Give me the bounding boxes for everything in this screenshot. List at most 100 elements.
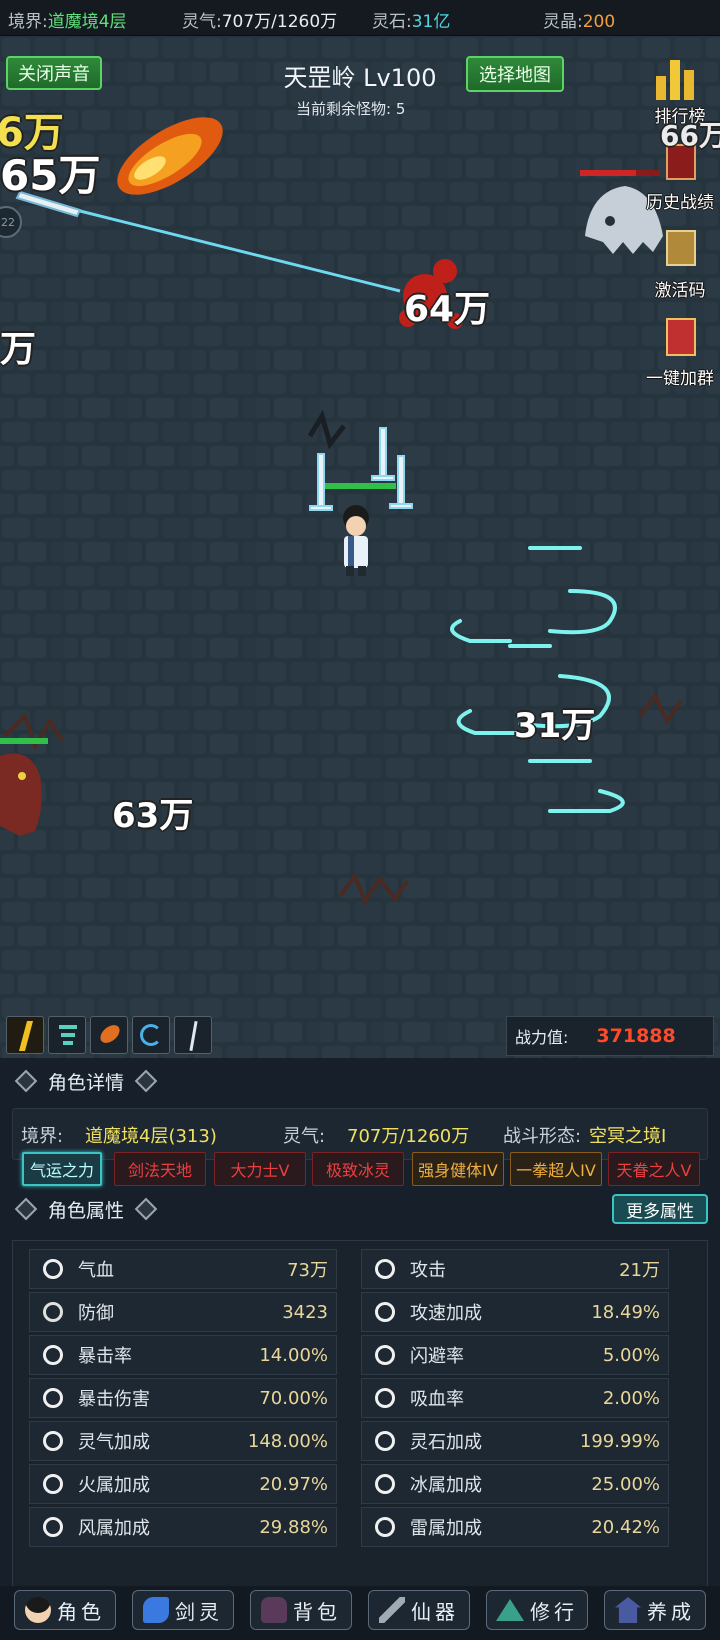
nav-bag-button[interactable]: 背包 xyxy=(250,1590,352,1630)
lifesteal-icon xyxy=(370,1383,400,1413)
attribute-value: 2.00% xyxy=(602,1387,660,1409)
training-icon xyxy=(615,1597,641,1623)
attribute-value: 3423 xyxy=(282,1301,328,1323)
attribute-value: 70.00% xyxy=(259,1387,328,1409)
attribute-name: 暴击率 xyxy=(78,1346,132,1367)
nav-cultivation-button[interactable]: 修行 xyxy=(486,1590,588,1630)
combat-power-value: 371888 xyxy=(596,1025,676,1047)
diamond-icon xyxy=(14,1197,38,1221)
realm-value: 道魔境4层 xyxy=(47,12,127,32)
attribute-value: 148.00% xyxy=(247,1430,328,1452)
crystal-stat: 灵晶:200 xyxy=(543,7,615,32)
talent-tag[interactable]: 强身健体IV xyxy=(412,1152,504,1186)
nav-label: 角色 xyxy=(57,1599,105,1624)
wind-icon xyxy=(38,1512,68,1542)
damage-number: 万 xyxy=(0,329,37,370)
attribute-row: 攻击 21万 xyxy=(361,1249,669,1289)
attribute-name: 防御 xyxy=(78,1303,114,1324)
attribute-value: 14.00% xyxy=(259,1344,328,1366)
select-map-button[interactable]: 选择地图 xyxy=(466,56,564,92)
nav-artifact-button[interactable]: 仙器 xyxy=(368,1590,470,1630)
status-bar: 境界:道魔境4层 灵气:707万/1260万 灵石:31亿 灵晶:200 xyxy=(0,0,720,36)
join-group-label[interactable]: 一键加群 xyxy=(640,364,720,389)
combat-power-box: 战力值: 371888 xyxy=(506,1016,714,1056)
realm-value: 道魔境4层(313) xyxy=(85,1126,217,1147)
character-attributes-header: 角色属性 xyxy=(12,1194,158,1224)
talent-tag[interactable]: 一拳超人IV xyxy=(510,1152,602,1186)
crystal-value: 200 xyxy=(582,12,616,32)
lightning-skill-icon[interactable] xyxy=(6,1016,44,1054)
diamond-icon xyxy=(134,1069,158,1093)
qi-stat: 灵气:707万/1260万 xyxy=(182,7,337,32)
attribute-value: 29.88% xyxy=(259,1516,328,1538)
qi-value: 707万/1260万 xyxy=(221,12,338,32)
attribute-name: 攻击 xyxy=(410,1260,446,1281)
stone-stat: 灵石:31亿 xyxy=(372,7,450,32)
attribute-row: 冰属加成 25.00% xyxy=(361,1464,669,1504)
tornado-skill-icon[interactable] xyxy=(48,1016,86,1054)
ranking-icon[interactable] xyxy=(652,56,706,104)
qi-value: 707万/1260万 xyxy=(347,1126,470,1147)
attribute-row: 雷属加成 20.42% xyxy=(361,1507,669,1547)
sword-skill-icon[interactable] xyxy=(174,1016,212,1054)
attribute-value: 21万 xyxy=(619,1260,660,1281)
attribute-row: 攻速加成 18.49% xyxy=(361,1292,669,1332)
nav-training-button[interactable]: 养成 xyxy=(604,1590,706,1630)
character-attributes-title: 角色属性 xyxy=(48,1199,125,1222)
talent-tag[interactable]: 气运之力 xyxy=(22,1152,102,1186)
battle-field[interactable]: 关闭声音 天罡岭 Lv100 选择地图 当前剩余怪物: 5 排行榜 历史战绩 激… xyxy=(0,36,720,1058)
artifact-icon xyxy=(379,1597,405,1623)
dodge-icon xyxy=(370,1340,400,1370)
talent-tag[interactable]: 天眷之人V xyxy=(608,1152,700,1186)
damage-number: 66万 xyxy=(660,119,720,152)
join-group-icon[interactable] xyxy=(666,318,696,356)
attribute-name: 灵石加成 xyxy=(410,1432,482,1453)
attribute-name: 火属加成 xyxy=(78,1475,150,1496)
activation-code-label[interactable]: 激活码 xyxy=(640,276,720,301)
crystal-label: 灵晶: xyxy=(543,12,583,32)
attribute-name: 吸血率 xyxy=(410,1389,464,1410)
diamond-icon xyxy=(14,1069,38,1093)
attribute-value: 18.49% xyxy=(591,1301,660,1323)
talent-tag[interactable]: 剑法天地 xyxy=(114,1152,206,1186)
fire-icon xyxy=(38,1469,68,1499)
qi-label: 灵气: xyxy=(182,12,222,32)
battle-form-value: 空冥之境I xyxy=(589,1126,667,1147)
attribute-value: 5.00% xyxy=(602,1344,660,1366)
attribute-name: 风属加成 xyxy=(78,1518,150,1539)
thunder-icon xyxy=(370,1512,400,1542)
attribute-row: 风属加成 29.88% xyxy=(29,1507,337,1547)
history-label[interactable]: 历史战绩 xyxy=(640,188,720,213)
more-attributes-button[interactable]: 更多属性 xyxy=(612,1194,708,1224)
nav-sword-spirit-button[interactable]: 剑灵 xyxy=(132,1590,234,1630)
nav-label: 仙器 xyxy=(411,1599,459,1624)
damage-number: 63万 xyxy=(112,796,194,836)
character-details-header: 角色详情 xyxy=(12,1066,158,1096)
attribute-row: 灵石加成 199.99% xyxy=(361,1421,669,1461)
battle-form-label: 战斗形态: xyxy=(503,1126,582,1147)
attribute-name: 灵气加成 xyxy=(78,1432,150,1453)
stone-value: 31亿 xyxy=(411,12,451,32)
attribute-name: 气血 xyxy=(78,1260,114,1281)
activation-code-icon[interactable] xyxy=(666,230,696,266)
character-panel: 角色详情 境界: 道魔境4层(313) 灵气: 707万/1260万 战斗形态:… xyxy=(0,1058,720,1640)
fireball-skill-icon[interactable] xyxy=(90,1016,128,1054)
toggle-sound-button[interactable]: 关闭声音 xyxy=(6,56,102,90)
talent-tag[interactable]: 极致冰灵 xyxy=(312,1152,404,1186)
stone-label: 灵石: xyxy=(372,12,412,32)
combat-power-label: 战力值: xyxy=(515,1028,569,1047)
attribute-name: 暴击伤害 xyxy=(78,1389,150,1410)
dungeon-floor xyxy=(0,36,720,1058)
nav-character-button[interactable]: 角色 xyxy=(14,1590,116,1630)
spirit-stone-icon xyxy=(370,1426,400,1456)
talent-tag[interactable]: 大力士V xyxy=(214,1152,306,1186)
attribute-row: 暴击伤害 70.00% xyxy=(29,1378,337,1418)
attribute-row: 防御 3423 xyxy=(29,1292,337,1332)
attributes-grid: 气血 73万 防御 3423 暴击率 14.00% 暴击伤害 70.00% 灵气加成 148.00… xyxy=(12,1240,708,1630)
character-icon xyxy=(25,1597,51,1623)
sword-icon xyxy=(370,1254,400,1284)
whirlwind-skill-icon[interactable] xyxy=(132,1016,170,1054)
armor-icon xyxy=(38,1297,68,1327)
attribute-row: 灵气加成 148.00% xyxy=(29,1421,337,1461)
attack-speed-icon xyxy=(370,1297,400,1327)
